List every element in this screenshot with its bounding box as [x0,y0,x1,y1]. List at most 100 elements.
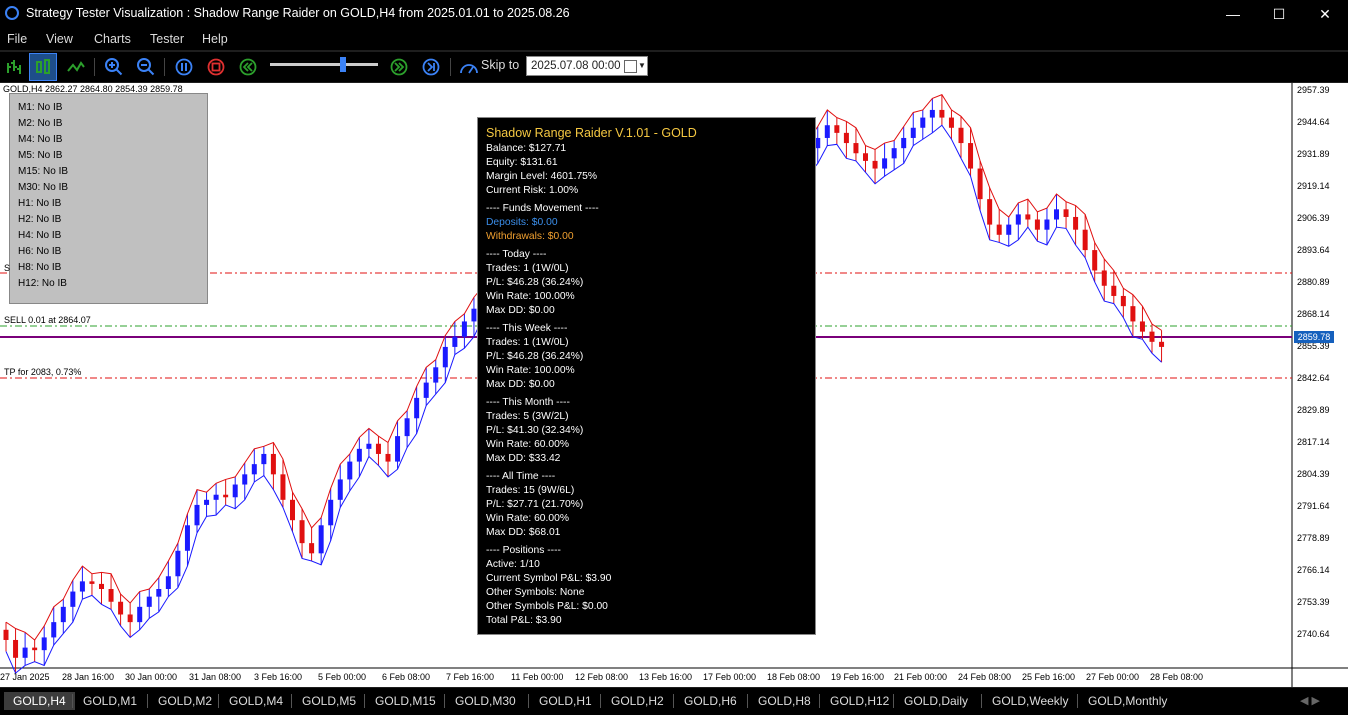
time-tick-label: 25 Feb 16:00 [1022,672,1076,682]
bear-candle [1073,216,1079,230]
ib-item: M5: No IB [18,150,63,161]
ib-item: M4: No IB [18,134,63,145]
s-line-label: S [4,263,11,273]
price-tick-label: 2791.64 [1297,501,1330,511]
stat-line: P/L: $46.28 (36.24%) [486,277,584,288]
tab-gold-h1[interactable]: GOLD,H1 [530,692,601,710]
line-chart-icon[interactable] [63,54,89,80]
bull-candle [395,436,401,462]
price-tick-label: 2919.14 [1297,181,1330,191]
tp-line-label: TP for 2083, 0.73% [4,367,82,377]
step-forward-icon[interactable] [418,54,444,80]
bear-candle [13,639,19,658]
minimize-button[interactable]: — [1210,0,1256,28]
candlestick-icon[interactable] [29,53,57,81]
price-tick-label: 2842.64 [1297,373,1330,383]
ib-item: H8: No IB [18,262,62,273]
bull-candle [137,606,143,623]
stat-line: Win Rate: 60.00% [486,513,569,524]
bull-candle [920,117,926,128]
bear-candle [1130,306,1136,322]
stat-line: P/L: $27.71 (21.70%) [486,499,584,510]
bar-chart-icon[interactable] [1,54,27,80]
section-header: ---- This Week ---- [486,323,568,334]
bull-candle [318,525,324,554]
ib-item: M2: No IB [18,118,63,129]
menu-charts[interactable]: Charts [94,32,131,46]
bear-candle [1082,229,1088,251]
tab-gold-m4[interactable]: GOLD,M4 [220,692,292,710]
price-tick-label: 2778.89 [1297,533,1330,543]
skip-to-icon[interactable] [456,54,482,80]
tab-gold-weekly[interactable]: GOLD,Weekly [983,692,1077,710]
bull-candle [423,382,429,398]
menu-file[interactable]: File [7,32,27,46]
bear-candle [280,474,286,500]
tab-gold-m1[interactable]: GOLD,M1 [74,692,146,710]
chevron-down-icon[interactable]: ▼ [638,61,646,70]
close-button[interactable]: ✕ [1302,0,1348,28]
time-tick-label: 3 Feb 16:00 [254,672,303,682]
bear-candle [1120,295,1126,307]
zoom-in-icon[interactable] [101,54,127,80]
bear-candle [290,499,295,521]
stat-line: Other Symbols P&L: $0.00 [486,601,608,612]
rewind-icon[interactable] [235,54,261,80]
bull-candle [347,461,353,480]
menu-view[interactable]: View [46,32,73,46]
fast-forward-icon[interactable] [386,54,412,80]
tab-gold-h4[interactable]: GOLD,H4 [4,692,75,710]
stop-icon[interactable] [203,54,229,80]
price-tick-label: 2829.89 [1297,405,1330,415]
speed-slider-track[interactable] [270,63,378,66]
maximize-button[interactable]: ☐ [1256,0,1302,28]
price-tick-label: 2817.14 [1297,437,1330,447]
tab-gold-m2[interactable]: GOLD,M2 [149,692,221,710]
tab-gold-m5[interactable]: GOLD,M5 [293,692,365,710]
menu-tester[interactable]: Tester [150,32,184,46]
stat-line: Max DD: $0.00 [486,305,555,316]
bear-candle [872,160,878,169]
bull-candle [901,137,907,149]
bull-candle [251,464,257,475]
ib-panel: M1: No IB M2: No IB M4: No IB M5: No IB … [9,93,208,304]
stat-line: Win Rate: 100.00% [486,291,575,302]
chart-area[interactable]: GOLD,H4 2862.27 2864.80 2854.39 2859.78 … [0,83,1348,687]
menu-help[interactable]: Help [202,32,228,46]
zoom-out-icon[interactable] [133,54,159,80]
tab-gold-h2[interactable]: GOLD,H2 [602,692,673,710]
bull-candle [242,474,248,485]
skip-to-label: Skip to [481,58,520,72]
bull-candle [824,125,830,138]
bull-candle [204,499,210,505]
speed-slider-thumb[interactable] [340,57,346,72]
tab-gold-monthly[interactable]: GOLD,Monthly [1079,692,1176,710]
bull-candle [51,622,57,638]
bear-candle [3,629,9,640]
price-tick-label: 2804.39 [1297,469,1330,479]
skip-to-datetime[interactable]: 2025.07.08 00:00 ▼ [526,56,648,76]
tab-gold-daily[interactable]: GOLD,Daily [895,692,977,710]
bear-candle [1025,214,1031,220]
tab-gold-m15[interactable]: GOLD,M15 [366,692,445,710]
price-tick-label: 2931.89 [1297,149,1330,159]
bear-candle [32,647,38,651]
bear-candle [968,143,974,169]
calendar-icon[interactable] [624,60,637,73]
ib-item: H1: No IB [18,198,62,209]
tab-gold-h8[interactable]: GOLD,H8 [749,692,820,710]
stat-line: Current Symbol P&L: $3.90 [486,573,612,584]
tab-gold-h6[interactable]: GOLD,H6 [675,692,746,710]
bear-candle [1034,219,1040,230]
price-tick-label: 2753.39 [1297,597,1330,607]
stat-line: Current Risk: 1.00% [486,185,579,196]
pause-icon[interactable] [171,54,197,80]
ea-info-panel: Shadow Range Raider V.1.01 - GOLD Balanc… [477,117,816,635]
bear-candle [1063,209,1069,217]
bull-candle [70,591,76,607]
tab-scroll-arrows[interactable]: ◀ ▶ [1300,694,1320,707]
bull-candle [194,504,200,526]
bull-candle [929,109,935,118]
tab-gold-m30[interactable]: GOLD,M30 [446,692,525,710]
tab-gold-h12[interactable]: GOLD,H12 [821,692,898,710]
